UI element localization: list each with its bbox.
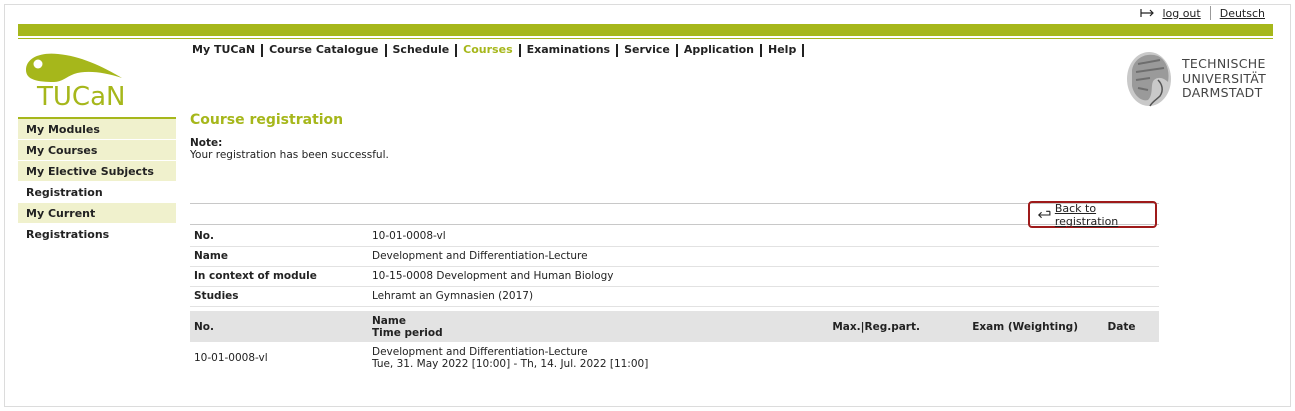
- header-no: No.: [190, 311, 368, 342]
- sidebar-item-my-modules[interactable]: My Modules: [18, 119, 176, 140]
- university-name: TECHNISCHE UNIVERSITÄT DARMSTADT: [1182, 57, 1266, 101]
- back-row: [190, 203, 1159, 225]
- table-row: Studies Lehramt an Gymnasien (2017): [190, 286, 1159, 307]
- registration-table: No. Name Time period Max.|Reg.part. Exam…: [190, 311, 1159, 374]
- table-row: 10-01-0008-vl Development and Differenti…: [190, 342, 1159, 374]
- sidebar-item-registration[interactable]: Registration: [18, 182, 176, 203]
- header-time-period: Time period: [372, 326, 443, 339]
- header-exam: Exam (Weighting): [934, 311, 1084, 342]
- university-line-3: DARMSTADT: [1182, 85, 1263, 101]
- header-name-period: Name Time period: [368, 311, 772, 342]
- tu-darmstadt-logo[interactable]: TECHNISCHE UNIVERSITÄT DARMSTADT: [1124, 50, 1266, 108]
- logout-icon[interactable]: [1140, 8, 1156, 18]
- nav-help[interactable]: Help: [762, 43, 802, 57]
- top-right-links: log out Deutsch: [1140, 6, 1265, 20]
- note-text: Your registration has been successful.: [190, 149, 389, 161]
- nav-schedule[interactable]: Schedule: [387, 43, 456, 57]
- row-no: 10-01-0008-vl: [194, 352, 268, 364]
- header-date: Date: [1084, 311, 1159, 342]
- detail-value: 10-01-0008-vl: [368, 226, 1159, 247]
- page-title: Course registration: [190, 112, 344, 128]
- language-link[interactable]: Deutsch: [1220, 7, 1265, 20]
- detail-key: In context of module: [190, 266, 368, 287]
- detail-value: Development and Differentiation-Lecture: [368, 246, 1159, 267]
- nav-service[interactable]: Service: [618, 43, 676, 57]
- table-row: In context of module 10-15-0008 Developm…: [190, 266, 1159, 287]
- main-nav: My TUCaN Course Catalogue Schedule Cours…: [190, 43, 805, 57]
- row-name-period: Development and Differentiation-Lecture …: [368, 342, 772, 374]
- table-row: No. 10-01-0008-vl: [190, 226, 1159, 247]
- divider: [1209, 6, 1211, 20]
- sidebar: My Modules My Courses My Elective Subjec…: [18, 117, 176, 241]
- back-arrow-icon: [1037, 210, 1051, 218]
- row-period: Tue, 31. May 2022 [10:00] - Th, 14. Jul.…: [372, 358, 649, 370]
- detail-key: No.: [190, 226, 368, 247]
- sidebar-item-my-current-registrations[interactable]: My Current Registrations: [18, 203, 176, 241]
- nav-courses[interactable]: Courses: [457, 43, 518, 57]
- university-line-2: UNIVERSITÄT: [1182, 70, 1267, 86]
- row-name: Development and Differentiation-Lecture: [372, 346, 588, 358]
- university-line-1: TECHNISCHE: [1182, 56, 1266, 72]
- logo-text: TUCaN: [36, 82, 125, 108]
- row-max-reg: [772, 342, 934, 374]
- tucan-logo[interactable]: TUCaN: [22, 52, 132, 108]
- sidebar-item-my-courses[interactable]: My Courses: [18, 140, 176, 161]
- main-content: Course registration Note: Your registrat…: [190, 112, 1159, 161]
- header-line: [18, 38, 1273, 39]
- table-header-row: No. Name Time period Max.|Reg.part. Exam…: [190, 311, 1159, 342]
- row-date: [1084, 342, 1159, 374]
- note-label: Note:: [190, 137, 223, 149]
- nav-my-tucan[interactable]: My TUCaN: [190, 43, 261, 57]
- back-to-registration-link[interactable]: Back to registration: [1055, 202, 1155, 228]
- detail-key: Name: [190, 246, 368, 267]
- header-name: Name: [372, 314, 406, 327]
- header-bar: [18, 24, 1273, 36]
- sidebar-item-my-elective-subjects[interactable]: My Elective Subjects: [18, 161, 176, 182]
- row-exam: [934, 342, 1084, 374]
- athena-head-icon: [1127, 52, 1171, 107]
- nav-course-catalogue[interactable]: Course Catalogue: [263, 43, 384, 57]
- nav-application[interactable]: Application: [678, 43, 760, 57]
- logout-link[interactable]: log out: [1162, 7, 1200, 20]
- detail-key: Studies: [190, 286, 368, 307]
- header-max-reg: Max.|Reg.part.: [772, 311, 934, 342]
- back-to-registration-button[interactable]: Back to registration: [1028, 201, 1157, 228]
- nav-examinations[interactable]: Examinations: [521, 43, 616, 57]
- table-row: Name Development and Differentiation-Lec…: [190, 246, 1159, 267]
- course-details-table: No. 10-01-0008-vl Name Development and D…: [190, 226, 1159, 307]
- nav-separator: [802, 44, 805, 57]
- detail-value: 10-15-0008 Development and Human Biology: [368, 266, 1159, 287]
- detail-value: Lehramt an Gymnasien (2017): [368, 286, 1159, 307]
